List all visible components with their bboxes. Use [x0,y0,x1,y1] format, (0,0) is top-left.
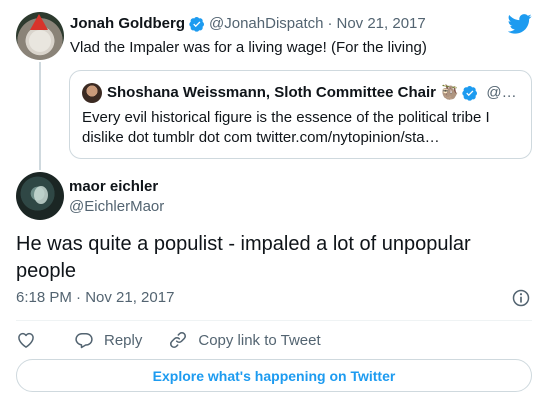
reply-label: Reply [104,331,143,349]
tweet-timestamp[interactable]: 6:18 PM · Nov 21, 2017 [16,289,174,306]
twitter-bird-icon[interactable] [508,14,532,34]
like-button[interactable] [16,330,36,350]
reply-button[interactable]: Reply [74,330,142,350]
copy-link-label: Copy link to Tweet [198,331,321,349]
main-avatar[interactable] [16,172,64,220]
parent-tweet-text: Vlad the Impaler was for a living wage! … [70,39,427,56]
parent-author-handle[interactable]: @JonahDispatch [209,15,323,32]
quoted-tweet-card[interactable]: Shoshana Weissmann, Sloth Committee Chai… [69,70,532,159]
quoted-tweet-text: Every evil historical figure is the esse… [82,109,490,146]
link-icon [170,332,187,348]
explore-twitter-button[interactable]: Explore what's happening on Twitter [16,359,532,392]
quoted-author-handle: @… [486,84,517,101]
header-separator: · [327,15,333,32]
heart-icon [18,332,34,348]
main-author-name[interactable]: maor eichler [69,178,158,195]
dog-face-graphic [29,30,51,52]
quoted-tweet-header: Shoshana Weissmann, Sloth Committee Chai… [107,84,525,101]
sloth-emoji-icon: 🦥 [440,84,459,100]
parent-tweet-header: Jonah Goldberg @JonahDispatch · Nov 21, … [70,15,426,32]
main-author-handle[interactable]: @EichlerMaor [69,198,164,215]
thread-connector-line [39,62,41,170]
tweet-actions-bar: Reply Copy link to Tweet [16,329,321,351]
reply-icon [75,333,93,349]
divider [16,320,532,321]
parent-avatar[interactable] [16,12,64,60]
quoted-author-name: Shoshana Weissmann, Sloth Committee Chai… [107,84,436,101]
parent-author-name[interactable]: Jonah Goldberg [70,15,185,32]
main-tweet-text: He was quite a populist - impaled a lot … [16,233,471,282]
party-hat-graphic [30,14,48,30]
copy-link-button[interactable]: Copy link to Tweet [168,330,321,350]
quoted-avatar [82,83,102,103]
verified-badge-icon [462,85,478,101]
verified-badge-icon [189,16,205,32]
parent-tweet-date[interactable]: Nov 21, 2017 [336,15,425,32]
avatar-figure-graphic [34,186,48,204]
embedded-tweet-card: Jonah Goldberg @JonahDispatch · Nov 21, … [0,0,550,408]
info-icon[interactable] [511,288,531,308]
